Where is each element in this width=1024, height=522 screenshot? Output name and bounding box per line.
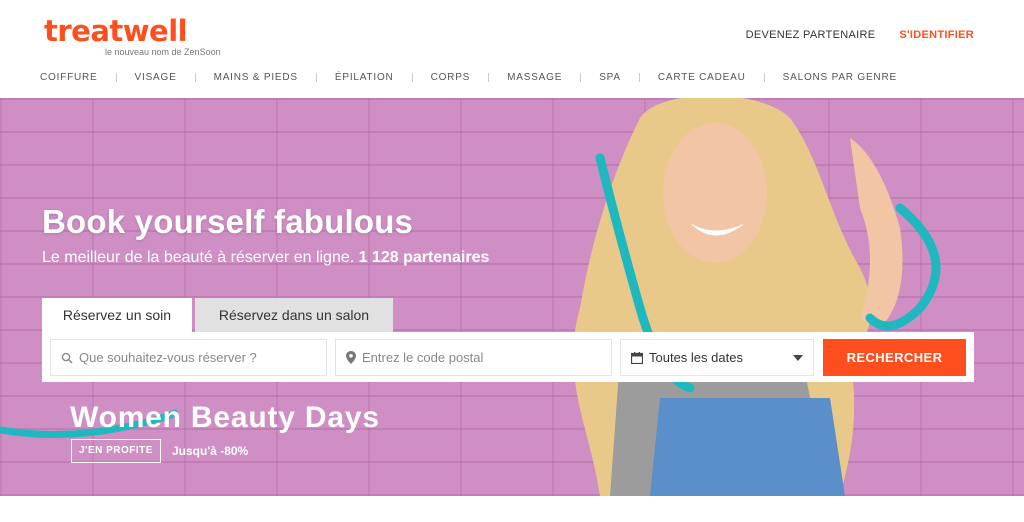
nav-separator [315,73,317,82]
nav-item-massage[interactable]: MASSAGE [507,72,562,83]
date-select-value: Toutes les dates [649,350,743,365]
nav-item-carte-cadeau[interactable]: CARTE CADEAU [658,72,746,83]
treatwell-logo[interactable]: treatwell [44,14,188,48]
promo-discount: Jusqu'à -80% [172,444,249,458]
postal-code-placeholder: Entrez le code postal [362,350,484,365]
top-links: DEVENEZ PARTENAIRE S'IDENTIFIER [746,29,974,41]
nav-item-mains-pieds[interactable]: MAINS & PIEDS [214,72,298,83]
map-pin-icon [346,351,356,364]
nav-separator [411,73,413,82]
tab-book-treatment[interactable]: Réservez un soin [42,298,192,332]
treatment-search-placeholder: Que souhaitez-vous réserver ? [79,350,257,365]
signin-link[interactable]: S'IDENTIFIER [899,29,974,41]
promo-title: Women Beauty Days [70,401,380,434]
hero-subtitle: Le meilleur de la beauté à réserver en l… [42,249,489,267]
chevron-down-icon [793,355,803,361]
nav-separator [194,73,196,82]
search-icon [61,352,73,364]
hero-title: Book yourself fabulous [42,203,414,240]
date-select[interactable]: Toutes les dates [620,339,814,376]
hero-banner: Book yourself fabulous Le meilleur de la… [0,98,1024,496]
woman-photo [573,98,903,496]
logo-tagline: le nouveau nom de ZenSoon [105,47,221,57]
search-bar: Que souhaitez-vous réserver ? Entrez le … [42,332,974,382]
search-button[interactable]: RECHERCHER [823,339,966,376]
nav-item-epilation[interactable]: ÉPILATION [335,72,394,83]
tab-book-salon[interactable]: Réservez dans un salon [195,298,393,332]
promo-cta-button[interactable]: J'EN PROFITE [71,439,161,463]
nav-item-salons-par-genre[interactable]: SALONS PAR GENRE [783,72,897,83]
postal-code-input[interactable]: Entrez le code postal [335,339,612,376]
become-partner-link[interactable]: DEVENEZ PARTENAIRE [746,29,876,41]
calendar-icon [631,351,643,364]
partner-count: 1 128 partenaires [358,249,490,266]
nav-separator [488,73,490,82]
treatment-search-input[interactable]: Que souhaitez-vous réserver ? [50,339,327,376]
nav-item-visage[interactable]: VISAGE [135,72,177,83]
nav-item-coiffure[interactable]: COIFFURE [40,72,98,83]
nav-separator [115,73,117,82]
hero-illustration [0,98,941,496]
nav-separator [638,73,640,82]
hero-subtitle-text: Le meilleur de la beauté à réserver en l… [42,249,355,266]
nav-item-spa[interactable]: SPA [599,72,621,83]
nav-separator [580,73,582,82]
site-header: treatwell le nouveau nom de ZenSoon DEVE… [0,0,1024,98]
category-nav: COIFFURE VISAGE MAINS & PIEDS ÉPILATION … [40,72,897,83]
nav-separator [763,73,765,82]
nav-item-corps[interactable]: CORPS [431,72,471,83]
